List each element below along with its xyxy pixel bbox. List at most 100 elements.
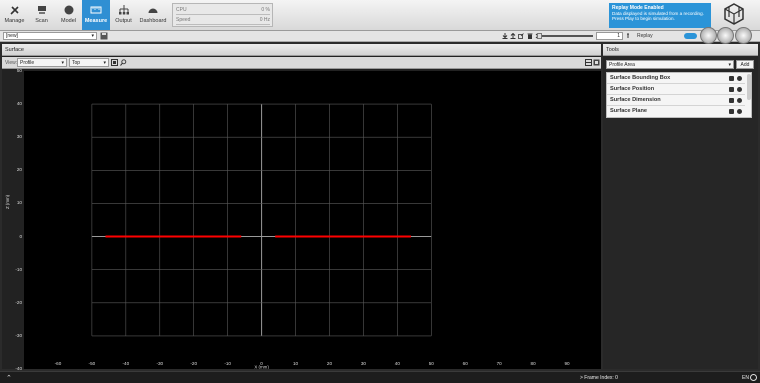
x-tick-label: -10 [224, 361, 231, 366]
surface-panel-title: Surface [5, 47, 24, 53]
tools-icon [9, 6, 19, 15]
cpu-label: CPU [176, 7, 187, 13]
x-tick-label: 70 [497, 361, 503, 366]
tool-item[interactable]: Surface Bounding Box [607, 73, 745, 84]
x-tick-label: 90 [564, 361, 570, 366]
x-axis-title: X (mm) [254, 365, 269, 370]
tool-item-label: Surface Position [610, 86, 655, 92]
x-tick-label: 20 [327, 361, 333, 366]
y-tick-label: 50 [16, 68, 22, 73]
tools-panel: Tools Profile Area ▾ Add Surface Boundin… [603, 44, 758, 369]
nav-manage-button[interactable]: Manage [1, 0, 28, 30]
app-window: Manage Scan Model Measure Output Dashboa… [0, 0, 760, 383]
replay-slider[interactable] [541, 35, 593, 37]
speed-label: Speed [176, 17, 191, 23]
stop-dial-button[interactable] [717, 27, 734, 44]
view-direction-select[interactable]: Top ▾ [69, 58, 109, 67]
replay-notice: Replay Mode Enabled Data displayed is si… [609, 3, 711, 28]
tool-remove-icon[interactable] [737, 76, 742, 81]
tool-item[interactable]: Surface Position [607, 84, 745, 95]
chevron-down-icon: ▾ [728, 62, 731, 68]
export-icon[interactable] [518, 33, 524, 39]
replay-label: Replay [637, 33, 653, 39]
replay-slider-handle[interactable] [537, 33, 542, 39]
tool-item-label: Surface Dimension [610, 97, 661, 103]
replay-notice-message: Data displayed is simulated from a recor… [612, 11, 704, 21]
secondary-toolbar: [new] ▾ 1 Replay [0, 31, 760, 42]
y-tick-label: 40 [16, 101, 22, 107]
tool-type-select[interactable]: Profile Area ▾ [606, 60, 734, 69]
frame-input[interactable]: 1 [596, 32, 623, 40]
settings-view-icon[interactable] [593, 59, 600, 66]
tool-item[interactable]: Surface Plane [607, 106, 745, 117]
layout-icon[interactable] [585, 59, 592, 66]
y-tick-label: 30 [16, 134, 22, 140]
tool-visibility-icon[interactable] [729, 76, 734, 81]
nav-label: Dashboard [139, 18, 167, 24]
logo-icon [724, 3, 744, 25]
frame-index: > Frame Index: 0 [580, 375, 618, 381]
tool-remove-icon[interactable] [737, 109, 742, 114]
nav-label: Model [61, 18, 76, 24]
chevron-down-icon: ▾ [61, 60, 64, 66]
replay-toggle[interactable] [684, 33, 697, 39]
tool-remove-icon[interactable] [737, 98, 742, 103]
nav-output-button[interactable]: Output [110, 0, 137, 30]
view-mode-select[interactable]: Profile ▾ [17, 58, 67, 67]
step-icon[interactable] [626, 33, 632, 39]
x-tick-label: 60 [463, 361, 469, 366]
tool-list-scrollbar[interactable] [747, 74, 751, 100]
upload-icon[interactable] [510, 33, 516, 39]
nav-label: Measure [84, 18, 108, 24]
nav-dashboard-button[interactable]: Dashboard [137, 0, 169, 30]
x-tick-label: 30 [361, 361, 367, 366]
nav-scan-button[interactable]: Scan [28, 0, 55, 30]
system-stats: CPU 0 % Speed 0 Hz [172, 3, 273, 27]
y-axis-title: Z (mm) [5, 194, 10, 209]
globe-icon[interactable] [750, 374, 757, 381]
tool-item-label: Surface Bounding Box [610, 75, 671, 81]
scan-icon [37, 6, 46, 14]
speed-row: Speed 0 Hz [176, 16, 270, 25]
speed-value: 0 Hz [259, 17, 270, 23]
surface-panel: Surface View: Profile ▾ Top ▾ -60 -50 -40 -… [2, 44, 601, 371]
status-bar: ⌃ > Frame Index: 0 EN [0, 371, 760, 383]
save-icon[interactable] [100, 32, 108, 40]
record-dial-button[interactable] [735, 27, 752, 44]
tools-panel-header: Tools [603, 44, 758, 56]
tool-visibility-icon[interactable] [729, 98, 734, 103]
job-select[interactable]: [new] ▾ [3, 32, 97, 40]
x-tick-label: 50 [429, 361, 435, 366]
tool-visibility-icon[interactable] [729, 87, 734, 92]
profile-plot[interactable]: -60 -50 -40 -30 -20 -10 0 10 20 30 40 50 60 70 80 90 X (… [24, 71, 601, 369]
x-tick-label: 10 [293, 361, 299, 366]
view-bar: View: Profile ▾ Top ▾ [2, 57, 601, 69]
x-tick-label: -20 [190, 361, 197, 366]
view-label: View: [5, 60, 18, 66]
tool-remove-icon[interactable] [737, 87, 742, 92]
language-label[interactable]: EN [742, 375, 749, 381]
tool-visibility-icon[interactable] [729, 109, 734, 114]
x-tick-label: -30 [156, 361, 163, 366]
view-direction-value: Top [72, 60, 81, 66]
nav-measure-button[interactable]: Measure [82, 0, 110, 30]
nav-model-button[interactable]: Model [55, 0, 82, 30]
fit-view-icon[interactable] [111, 59, 118, 66]
tool-list: Surface Bounding Box Surface Position Su… [606, 72, 752, 118]
job-select-value: [new] [6, 33, 18, 39]
dashboard-icon [148, 8, 158, 13]
y-tick-label: -30 [15, 332, 22, 338]
output-icon [118, 5, 129, 15]
add-tool-button[interactable]: Add [736, 60, 754, 69]
x-tick-label: 40 [395, 361, 401, 366]
tool-item[interactable]: Surface Dimension [607, 95, 745, 106]
nav-label: Manage [4, 18, 25, 24]
chevron-up-icon[interactable]: ⌃ [6, 374, 12, 382]
surface-panel-header: Surface [2, 44, 601, 56]
measure-icon [90, 6, 102, 14]
trash-icon[interactable] [527, 33, 533, 39]
zoom-icon[interactable] [120, 59, 127, 66]
download-icon[interactable] [502, 33, 508, 39]
top-toolbar: Manage Scan Model Measure Output Dashboa… [0, 0, 760, 31]
play-dial-button[interactable] [700, 27, 717, 44]
